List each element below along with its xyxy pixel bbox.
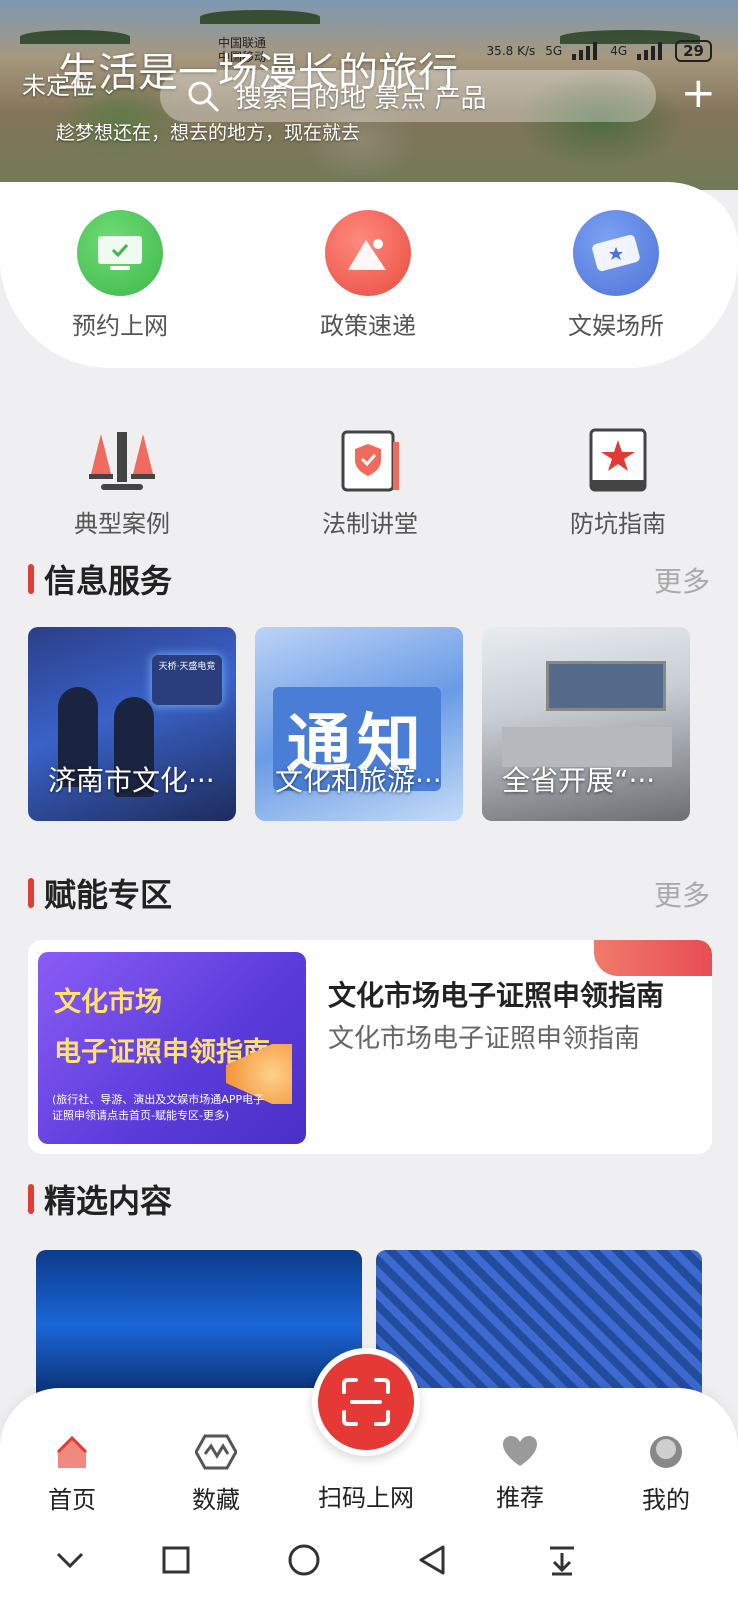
add-button[interactable]: + xyxy=(681,72,716,114)
section-title-text: 精选内容 xyxy=(44,1182,173,1220)
tab-label: 数藏 xyxy=(192,1486,240,1514)
tab-mine[interactable]: 我的 xyxy=(606,1434,726,1515)
search-bar[interactable]: 搜索目的地 景点 产品 xyxy=(160,70,656,122)
news-caption: 文化和旅游··· xyxy=(275,764,442,797)
net-speed: 35.8 K/s xyxy=(486,44,536,58)
ticket-icon xyxy=(573,210,659,296)
secondary-item-guide[interactable]: 防坑指南 xyxy=(528,428,708,539)
collection-icon xyxy=(195,1434,237,1470)
user-icon xyxy=(650,1436,682,1468)
store-sign: 天桥·天盛电竞 xyxy=(152,655,222,705)
home-nav-icon[interactable] xyxy=(284,1540,324,1580)
title-bar xyxy=(28,878,34,908)
image-note: (旅行社、导游、演出及文娱市场通APP电子证照申领请点击首页-赋能专区-更多) xyxy=(52,1093,265,1122)
section-title-text: 赋能专区 xyxy=(44,876,173,914)
scan-button[interactable] xyxy=(312,1348,420,1456)
quick-item-booking[interactable]: 预约上网 xyxy=(30,210,210,341)
scan-label: 扫码上网 xyxy=(318,1484,414,1512)
empower-card[interactable]: 文化市场 电子证照申领指南 (旅行社、导游、演出及文娱市场通APP电子证照申领请… xyxy=(28,940,712,1154)
news-caption: 全省开展“··· xyxy=(502,764,656,797)
search-icon xyxy=(188,81,219,112)
quick-item-policy[interactable]: 政策速递 xyxy=(278,210,458,341)
news-card[interactable]: 全省开展“··· xyxy=(482,627,690,821)
location-button[interactable]: 未定位 ⌄ xyxy=(22,66,117,101)
status-icons: 35.8 K/s 5G 4G 29 xyxy=(487,40,712,62)
quick-menu: 预约上网 政策速递 文娱场所 xyxy=(30,210,706,341)
title-bar xyxy=(28,564,34,594)
secondary-item-label: 法制讲堂 xyxy=(322,510,418,538)
signal-4g: 4G xyxy=(610,44,628,58)
quick-item-venues[interactable]: 文娱场所 xyxy=(526,210,706,341)
recents-icon[interactable] xyxy=(156,1540,196,1580)
quick-item-label: 政策速递 xyxy=(320,312,416,340)
back-icon[interactable] xyxy=(412,1540,452,1580)
secondary-item-label: 典型案例 xyxy=(74,510,170,538)
news-card[interactable]: 天桥·天盛电竞 济南市文化··· xyxy=(28,627,236,821)
featured-card[interactable] xyxy=(376,1250,702,1400)
quick-item-label: 文娱场所 xyxy=(568,312,664,340)
tab-home[interactable]: 首页 xyxy=(12,1434,132,1515)
featured-card[interactable] xyxy=(36,1250,362,1400)
hero-subline: 趁梦想还在，想去的地方，现在就去 xyxy=(56,122,361,144)
title-bar xyxy=(28,1184,34,1214)
more-link-empower[interactable]: 更多 xyxy=(654,874,710,914)
quick-item-label: 预约上网 xyxy=(72,312,168,340)
secondary-menu: 典型案例 法制讲堂 防坑指南 xyxy=(32,428,708,539)
tab-recommend[interactable]: 推荐 xyxy=(460,1434,580,1513)
shield-book-icon xyxy=(341,430,399,492)
info-cards: 天桥·天盛电竞 济南市文化··· 通知 文化和旅游··· 全省开展“··· xyxy=(28,627,690,821)
scan-icon xyxy=(342,1378,390,1426)
location-label: 未定位 xyxy=(22,72,94,100)
secondary-item-cases[interactable]: 典型案例 xyxy=(32,428,212,539)
tab-collection[interactable]: 数藏 xyxy=(156,1434,276,1515)
image-line1: 文化市场 xyxy=(54,987,162,1018)
secondary-item-label: 防坑指南 xyxy=(570,510,666,538)
battery-icon: 29 xyxy=(675,40,712,62)
signal-bars-icon-2 xyxy=(637,42,663,60)
signal-bars-icon xyxy=(572,42,598,60)
system-nav-bar xyxy=(0,1530,738,1590)
news-card[interactable]: 通知 文化和旅游··· xyxy=(255,627,463,821)
signal-5g: 5G xyxy=(545,44,563,58)
mountain-icon xyxy=(325,210,411,296)
section-title-empower: 赋能专区 xyxy=(28,870,172,916)
chevron-down-icon: ⌄ xyxy=(101,78,117,99)
empower-card-image: 文化市场 电子证照申领指南 (旅行社、导游、演出及文娱市场通APP电子证照申领请… xyxy=(38,952,306,1144)
tab-label: 我的 xyxy=(642,1486,690,1514)
search-input[interactable]: 搜索目的地 景点 产品 xyxy=(236,78,487,115)
collapse-icon[interactable] xyxy=(50,1540,90,1580)
more-link-info[interactable]: 更多 xyxy=(654,560,710,600)
corner-tag xyxy=(594,940,712,976)
home-icon xyxy=(56,1435,88,1468)
tab-label: 推荐 xyxy=(496,1484,544,1512)
star-book-icon xyxy=(589,428,647,492)
section-title-text: 信息服务 xyxy=(44,562,173,600)
tab-label: 首页 xyxy=(48,1486,96,1514)
section-title-featured: 精选内容 xyxy=(28,1176,172,1222)
app-screen: 中国联通 中国移动 35.8 K/s 5G 4G 29 生活是一场漫长的旅行 未… xyxy=(0,0,738,1600)
heart-icon xyxy=(503,1436,537,1466)
scales-icon xyxy=(89,432,155,490)
news-caption: 济南市文化··· xyxy=(48,764,215,797)
section-title-info: 信息服务 xyxy=(28,556,172,602)
notification-pull-icon[interactable] xyxy=(542,1540,582,1580)
empower-card-title: 文化市场电子证照申领指南 xyxy=(328,979,665,1012)
monitor-icon xyxy=(77,210,163,296)
secondary-item-law[interactable]: 法制讲堂 xyxy=(280,428,460,539)
empower-card-subtitle: 文化市场电子证照申领指南 xyxy=(328,1024,641,1054)
